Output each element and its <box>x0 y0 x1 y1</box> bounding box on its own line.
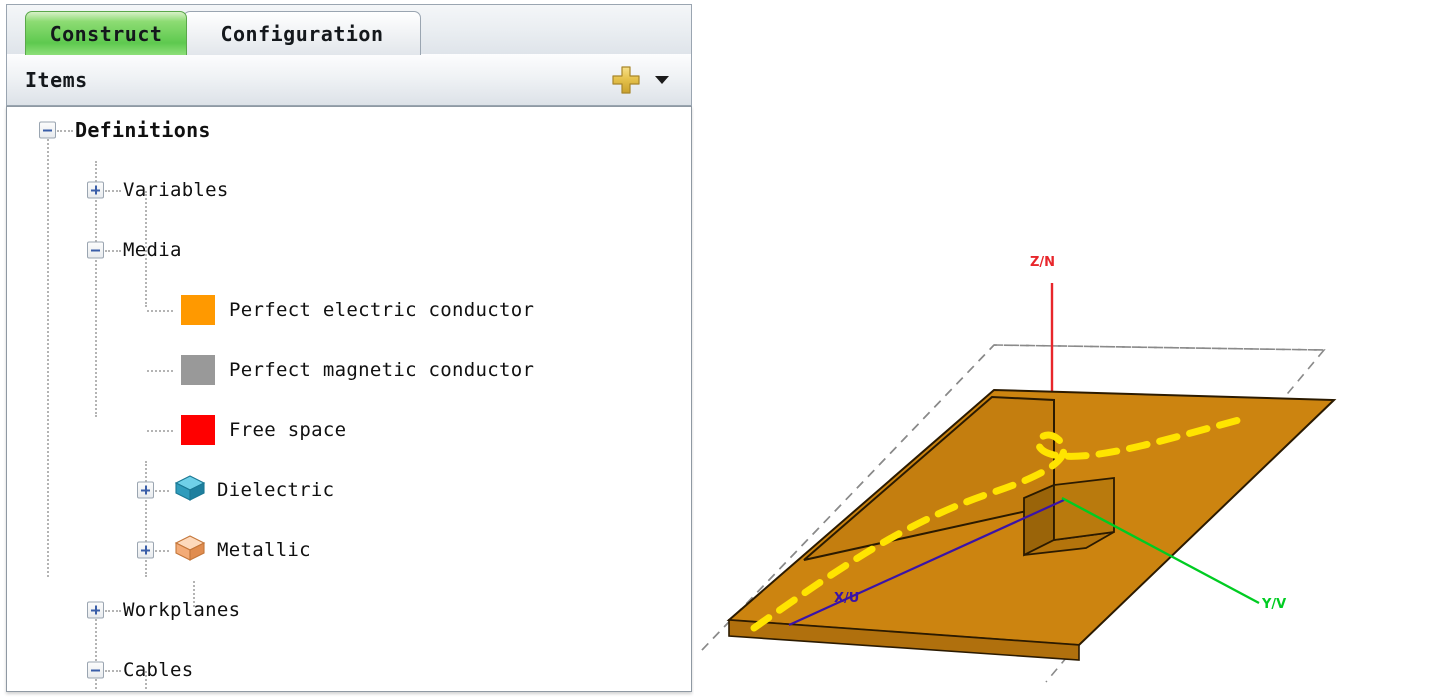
axis-x-label: X/U <box>834 591 859 606</box>
tree-node-perfect-electric-conductor[interactable]: Perfect electric conductor <box>7 295 691 325</box>
tree-node-label: Dielectric <box>217 479 335 501</box>
tree-node-label: Metallic <box>217 539 311 561</box>
tree-node-media[interactable]: Media <box>7 235 691 265</box>
tab-strip: Construct Configuration <box>6 4 692 55</box>
collapse-toggle-icon[interactable] <box>87 661 104 679</box>
tree-guide-line <box>105 610 121 612</box>
tree-node-label: Variables <box>123 179 229 201</box>
axis-z-label: Z/N <box>1030 255 1055 270</box>
tree-guide-line <box>155 490 169 492</box>
tree-guide-line <box>147 370 173 372</box>
tree-node-dielectric[interactable]: Dielectric <box>7 475 691 505</box>
tree-guide-line <box>147 430 173 432</box>
color-swatch-icon <box>181 415 215 445</box>
tree-node-label: Media <box>123 239 182 261</box>
color-swatch-icon <box>181 295 215 325</box>
items-header-title: Items <box>25 67 88 92</box>
chevron-down-icon[interactable] <box>655 75 669 84</box>
items-header: Items <box>6 54 692 106</box>
tree-guide-line <box>57 130 73 132</box>
model-3d-canvas[interactable]: Z/N Y/V X/U <box>694 0 1429 697</box>
tree-node-perfect-magnetic-conductor[interactable]: Perfect magnetic conductor <box>7 355 691 385</box>
tree-node-cables[interactable]: Cables <box>7 655 691 685</box>
plus-icon[interactable] <box>611 65 641 95</box>
tree-node-variables[interactable]: Variables <box>7 175 691 205</box>
expand-toggle-icon[interactable] <box>87 181 104 199</box>
cube-icon <box>173 473 207 507</box>
items-panel: Construct Configuration Items Definition… <box>6 4 692 692</box>
axis-y-label: Y/V <box>1261 597 1286 612</box>
tree-root: Definitions Variables Media Perfect elec… <box>7 107 691 691</box>
tree-node-label: Workplanes <box>123 599 241 621</box>
collapse-toggle-icon[interactable] <box>87 241 104 259</box>
expand-toggle-icon[interactable] <box>137 541 154 559</box>
tab-configuration-label: Configuration <box>220 21 384 46</box>
tab-configuration[interactable]: Configuration <box>183 11 421 55</box>
tab-construct[interactable]: Construct <box>25 11 187 55</box>
tree-guide-line <box>147 310 173 312</box>
tree-node-metallic[interactable]: Metallic <box>7 535 691 565</box>
cube-icon <box>173 533 207 567</box>
tree-node-definitions[interactable]: Definitions <box>7 115 691 145</box>
tree-node-label: Perfect magnetic conductor <box>229 359 535 381</box>
tree-guide-line <box>105 250 121 252</box>
tab-construct-label: Construct <box>49 21 163 46</box>
application-window: Construct Configuration Items Definition… <box>0 0 1429 697</box>
expand-toggle-icon[interactable] <box>137 481 154 499</box>
expand-toggle-icon[interactable] <box>87 601 104 619</box>
tree-guide-line <box>105 190 121 192</box>
tree-node-free-space[interactable]: Free space <box>7 415 691 445</box>
color-swatch-icon <box>181 355 215 385</box>
model-3d-viewport[interactable]: Z/N Y/V X/U <box>694 0 1429 697</box>
tree-guide-line <box>155 550 169 552</box>
tree-node-label: Cables <box>123 659 194 681</box>
tree-node-label: Perfect electric conductor <box>229 299 535 321</box>
collapse-toggle-icon[interactable] <box>39 121 56 139</box>
tree-view[interactable]: Definitions Variables Media Perfect elec… <box>6 106 692 692</box>
tree-guide-line <box>105 670 121 672</box>
tree-node-label: Free space <box>229 419 347 441</box>
tree-node-workplanes[interactable]: Workplanes <box>7 595 691 625</box>
tree-node-label: Definitions <box>75 118 211 142</box>
